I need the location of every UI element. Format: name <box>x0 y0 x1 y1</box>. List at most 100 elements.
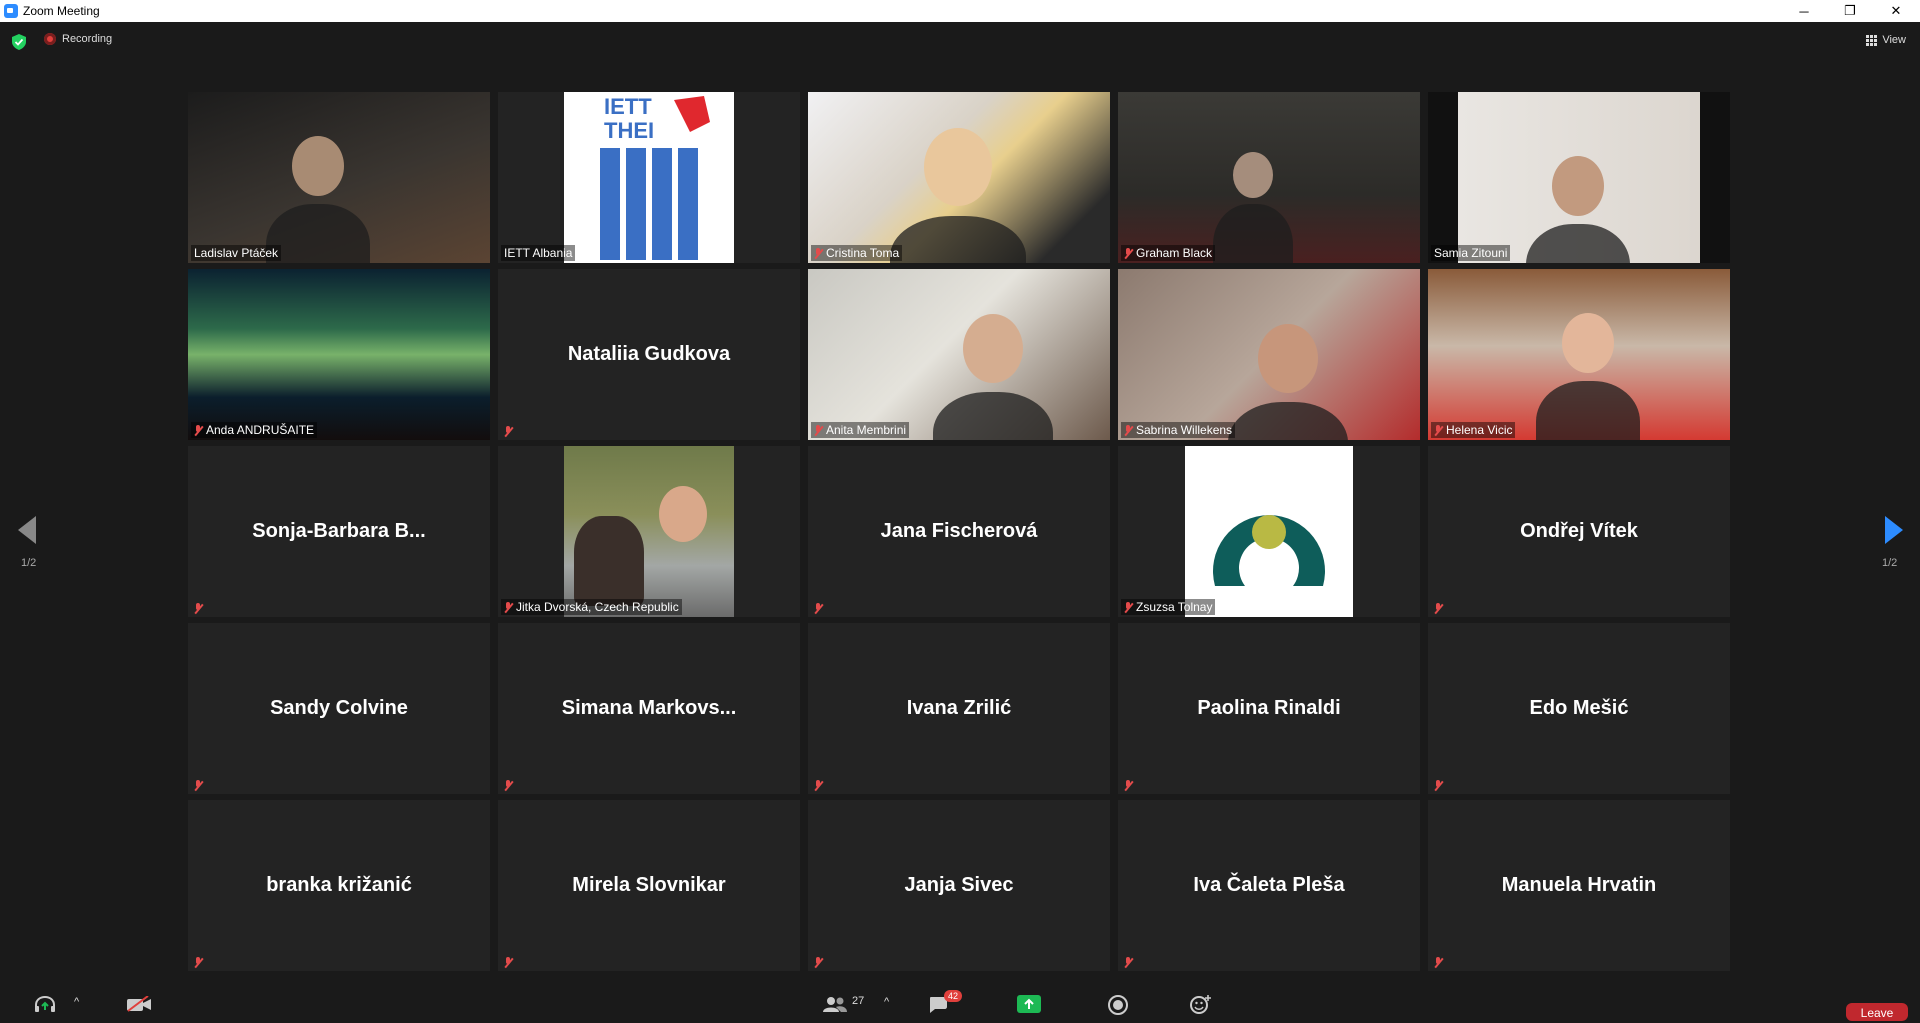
participant-status <box>1431 956 1446 969</box>
participants-count: 27 <box>852 995 865 1007</box>
muted-mic-icon <box>194 603 203 614</box>
participant-name-label: Samia Zitouni <box>1431 245 1511 261</box>
participant-status <box>191 602 206 615</box>
participant-name: Iva Čaleta Pleša <box>1193 874 1345 896</box>
participant-tile[interactable]: Jana Fischerová <box>808 446 1110 617</box>
muted-mic-icon <box>1124 957 1133 968</box>
participant-body <box>1213 204 1293 263</box>
participant-name: Mirela Slovnikar <box>572 874 726 896</box>
share-screen-icon[interactable] <box>1017 995 1041 1013</box>
dog-shape <box>574 516 644 606</box>
muted-mic-icon <box>1124 424 1133 436</box>
muted-mic-icon <box>504 426 513 437</box>
participant-tile[interactable]: Sonja-Barbara B... <box>188 446 490 617</box>
participant-name-label: Graham Black <box>1121 245 1216 261</box>
participant-tile[interactable]: Janja Sivec <box>808 800 1110 971</box>
muted-mic-icon <box>504 957 513 968</box>
muted-mic-icon <box>194 424 203 436</box>
participant-name: Jana Fischerová <box>880 520 1038 542</box>
recording-dot-icon <box>44 33 56 45</box>
participant-tile[interactable]: Graham Black <box>1118 92 1420 263</box>
participant-name-label: Anda ANDRUŠAITE <box>191 422 318 438</box>
muted-mic-icon <box>504 601 513 613</box>
participant-name: Paolina Rinaldi <box>1197 697 1341 719</box>
audio-options-caret[interactable]: ^ <box>74 996 79 1008</box>
participant-face <box>1562 313 1614 373</box>
muted-mic-icon <box>1434 957 1443 968</box>
recording-indicator[interactable]: Recording <box>44 33 112 45</box>
participant-video <box>1118 446 1420 617</box>
participant-status <box>501 425 516 438</box>
participant-status <box>191 779 206 792</box>
participant-body <box>933 392 1053 440</box>
participant-video: IETT THEI <box>498 92 800 263</box>
chat-unread-badge: 42 <box>944 990 963 1002</box>
recording-label: Recording <box>62 33 113 45</box>
record-button-icon[interactable] <box>1108 995 1128 1015</box>
video-off-icon[interactable] <box>126 996 152 1012</box>
title-bar: Zoom Meeting ─ ❐ ✕ <box>0 0 1920 22</box>
participant-name-label: Zsuzsa Tolnay <box>1121 599 1216 615</box>
minimize-button[interactable]: ─ <box>1781 0 1827 22</box>
participant-name: Simana Markovs... <box>561 697 737 719</box>
meeting-top-bar: Recording View <box>0 22 1920 64</box>
participant-tile[interactable]: Anita Membrini <box>808 269 1110 440</box>
muted-mic-icon <box>1124 780 1133 791</box>
participant-video <box>808 92 1110 263</box>
next-page-arrow-icon[interactable] <box>1885 516 1903 544</box>
participant-tile[interactable]: Edo Mešić <box>1428 623 1730 794</box>
participant-name: Cristina Toma <box>826 246 900 260</box>
participant-tile[interactable]: Manuela Hrvatin <box>1428 800 1730 971</box>
participant-name: Manuela Hrvatin <box>1501 874 1657 896</box>
participant-name-label: Ladislav Ptáček <box>191 245 282 261</box>
participant-name: Jitka Dvorská, Czech Republic <box>516 600 679 614</box>
participant-tile[interactable]: Sandy Colvine <box>188 623 490 794</box>
participant-name-label: Cristina Toma <box>811 245 903 261</box>
participant-tile[interactable]: branka križanić <box>188 800 490 971</box>
zoom-logo-icon <box>4 4 18 18</box>
participant-face <box>292 136 344 196</box>
muted-mic-icon <box>1124 601 1133 613</box>
participant-tile[interactable]: Samia Zitouni <box>1428 92 1730 263</box>
participant-name: Helena Vicic <box>1446 423 1513 437</box>
participant-status <box>1121 779 1136 792</box>
participants-options-caret[interactable]: ^ <box>884 996 889 1008</box>
restore-button[interactable]: ❐ <box>1827 0 1873 22</box>
participant-tile[interactable]: Nataliia Gudkova <box>498 269 800 440</box>
participant-tile[interactable]: Jitka Dvorská, Czech Republic <box>498 446 800 617</box>
participant-tile[interactable]: Ladislav Ptáček <box>188 92 490 263</box>
leave-button[interactable]: Leave <box>1846 1003 1908 1021</box>
participant-name-label: Jitka Dvorská, Czech Republic <box>501 599 682 615</box>
participant-video <box>1118 269 1420 440</box>
grid-view-icon <box>1866 34 1878 46</box>
participant-name: Sabrina Willekens <box>1136 423 1233 437</box>
participant-tile[interactable]: IETT THEI IETT Albania <box>498 92 800 263</box>
muted-mic-icon <box>814 247 823 259</box>
meeting-toolbar: ^ 27 ^ 42 Leave <box>0 988 1920 1021</box>
participant-name: Sandy Colvine <box>270 697 408 719</box>
participant-tile[interactable]: Paolina Rinaldi <box>1118 623 1420 794</box>
participant-tile[interactable]: Cristina Toma <box>808 92 1110 263</box>
previous-page-arrow-icon[interactable] <box>18 516 36 544</box>
close-button[interactable]: ✕ <box>1873 0 1919 22</box>
participant-name-label: Sabrina Willekens <box>1121 422 1236 438</box>
participants-icon[interactable] <box>822 996 848 1012</box>
view-button[interactable]: View <box>1866 34 1906 46</box>
participant-tile[interactable]: Anda ANDRUŠAITE <box>188 269 490 440</box>
participant-tile[interactable]: Helena Vicic <box>1428 269 1730 440</box>
participant-name-label: IETT Albania <box>501 245 576 261</box>
participant-tile[interactable]: Mirela Slovnikar <box>498 800 800 971</box>
participant-name: Anita Membrini <box>826 423 907 437</box>
participant-tile[interactable]: Iva Čaleta Pleša <box>1118 800 1420 971</box>
participant-tile[interactable]: Ivana Zrilić <box>808 623 1110 794</box>
audio-headphone-icon[interactable] <box>34 995 56 1013</box>
participant-name: Anda ANDRUŠAITE <box>206 423 315 437</box>
reactions-icon[interactable] <box>1190 994 1212 1014</box>
participant-tile[interactable]: Sabrina Willekens <box>1118 269 1420 440</box>
security-shield-icon[interactable] <box>12 34 26 50</box>
participant-tile[interactable]: Simana Markovs... <box>498 623 800 794</box>
muted-mic-icon <box>194 780 203 791</box>
participant-tile[interactable]: Ondřej Vítek <box>1428 446 1730 617</box>
participant-tile[interactable]: Zsuzsa Tolnay <box>1118 446 1420 617</box>
view-label: View <box>1882 34 1906 46</box>
